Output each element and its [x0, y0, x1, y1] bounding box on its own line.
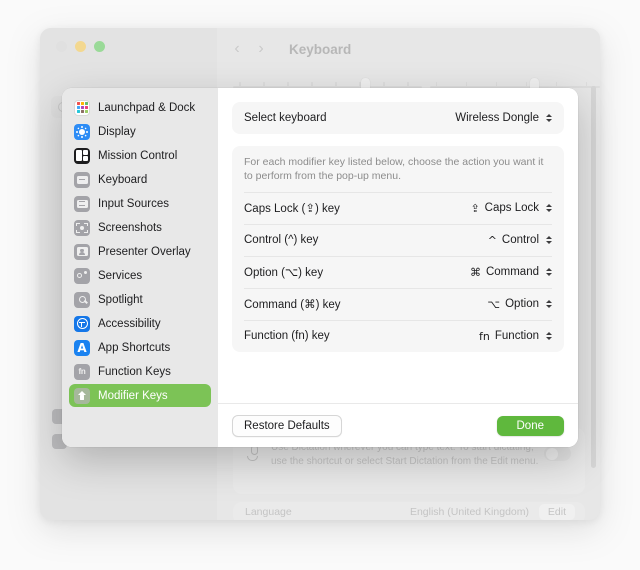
sidebar-item-launchpad-dock[interactable]: Launchpad & Dock: [69, 96, 211, 119]
sidebar-item-label: Input Sources: [98, 197, 169, 210]
modifier-row-label: Control (^) key: [244, 234, 319, 246]
sidebar-item-presenter-overlay[interactable]: Presenter Overlay: [69, 240, 211, 263]
sidebar-item-modifier-keys[interactable]: Modifier Keys: [69, 384, 211, 407]
modifier-row-label: Option (⌥) key: [244, 267, 324, 279]
select-keyboard-card: Select keyboard Wireless Dongle: [232, 102, 564, 134]
modifier-symbol: ⌘: [469, 265, 481, 279]
modifier-row-label: Caps Lock (⇪) key: [244, 203, 340, 215]
modifier-keys-icon: [74, 387, 90, 404]
modifier-row-label: Command (⌘) key: [244, 299, 341, 311]
app-shortcuts-icon: A: [74, 339, 90, 356]
sidebar-item-keyboard[interactable]: Keyboard: [69, 168, 211, 191]
modifier-row-value: Command: [485, 266, 539, 278]
sidebar-item-label: Modifier Keys: [98, 389, 168, 402]
restore-defaults-button[interactable]: Restore Defaults: [232, 414, 342, 437]
modifier-row-value: Option: [505, 298, 539, 310]
modifier-row-option[interactable]: Option (⌥) key ⌘ Command: [232, 256, 564, 288]
modifier-row-control[interactable]: Control (^) key ^ Control: [232, 224, 564, 256]
modifier-keys-sheet: Launchpad & Dock Display Mission Control…: [62, 88, 578, 447]
launchpad-icon: [74, 99, 90, 116]
input-sources-icon: [74, 195, 90, 212]
modifier-row-popup[interactable]: ⌥ Option: [487, 298, 552, 311]
modifier-row-caps-lock[interactable]: Caps Lock (⇪) key ⇪ Caps Lock: [232, 192, 564, 224]
modifier-row-popup[interactable]: ^ Control: [488, 234, 552, 247]
modifier-row-value: Caps Lock: [484, 202, 539, 214]
chevron-updown-icon: [546, 299, 552, 309]
modifier-row-popup[interactable]: ⇪ Caps Lock: [470, 202, 552, 215]
mission-control-icon: [74, 147, 90, 164]
display-icon: [74, 123, 90, 140]
services-icon: [74, 267, 90, 284]
modifier-row-command[interactable]: Command (⌘) key ⌥ Option: [232, 288, 564, 320]
modifier-row-value: Control: [501, 234, 539, 246]
sheet-footer: Restore Defaults Done: [218, 403, 578, 447]
keyboard-icon: [74, 171, 90, 188]
sidebar-item-label: Services: [98, 269, 143, 282]
sidebar-item-label: Launchpad & Dock: [98, 101, 196, 114]
sidebar-item-label: Presenter Overlay: [98, 245, 191, 258]
sidebar-item-label: Accessibility: [98, 317, 161, 330]
modifier-row-value: Function: [494, 330, 539, 342]
modifier-row-function[interactable]: Function (fn) key fn Function: [232, 320, 564, 352]
sidebar-item-services[interactable]: Services: [69, 264, 211, 287]
modifier-row-label: Function (fn) key: [244, 330, 330, 342]
select-keyboard-value: Wireless Dongle: [455, 112, 539, 124]
modifier-row-popup[interactable]: fn Function: [479, 330, 552, 343]
sidebar-item-label: Mission Control: [98, 149, 178, 162]
sheet-main: Select keyboard Wireless Dongle For each…: [218, 88, 578, 403]
sidebar-item-display[interactable]: Display: [69, 120, 211, 143]
spotlight-icon: [74, 291, 90, 308]
chevron-updown-icon: [546, 331, 552, 341]
modifier-symbol: ⇪: [470, 201, 480, 215]
sidebar-item-label: Display: [98, 125, 136, 138]
chevron-updown-icon: [546, 235, 552, 245]
select-keyboard-popup[interactable]: Wireless Dongle: [455, 112, 552, 124]
select-keyboard-label: Select keyboard: [244, 112, 327, 124]
modifier-symbol: ⌥: [487, 297, 501, 311]
sidebar-item-label: Keyboard: [98, 173, 148, 186]
sidebar-item-input-sources[interactable]: Input Sources: [69, 192, 211, 215]
screen: Search Trackpad Printers & Scanners ‹ ›: [0, 0, 640, 570]
sidebar-item-spotlight[interactable]: Spotlight: [69, 288, 211, 311]
screenshots-icon: [74, 219, 90, 236]
sheet-body: Select keyboard Wireless Dongle For each…: [218, 88, 578, 447]
modifier-keys-card: For each modifier key listed below, choo…: [232, 146, 564, 352]
sidebar-item-label: Function Keys: [98, 365, 171, 378]
sidebar-item-accessibility[interactable]: Accessibility: [69, 312, 211, 335]
modifier-keys-description: For each modifier key listed below, choo…: [244, 156, 544, 182]
sidebar-item-label: App Shortcuts: [98, 341, 171, 354]
chevron-updown-icon: [546, 267, 552, 277]
presenter-overlay-icon: [74, 243, 90, 260]
chevron-updown-icon: [546, 113, 552, 123]
sidebar-item-function-keys[interactable]: fn Function Keys: [69, 360, 211, 383]
sidebar-item-screenshots[interactable]: Screenshots: [69, 216, 211, 239]
sidebar-item-label: Screenshots: [98, 221, 162, 234]
function-keys-icon: fn: [74, 363, 90, 380]
sheet-sidebar: Launchpad & Dock Display Mission Control…: [62, 88, 218, 447]
chevron-updown-icon: [546, 203, 552, 213]
accessibility-icon: [74, 315, 90, 332]
modifier-symbol: ^: [487, 233, 497, 247]
modifier-row-popup[interactable]: ⌘ Command: [470, 266, 552, 279]
done-button[interactable]: Done: [496, 415, 564, 436]
sidebar-item-label: Spotlight: [98, 293, 143, 306]
sidebar-item-app-shortcuts[interactable]: A App Shortcuts: [69, 336, 211, 359]
select-keyboard-row[interactable]: Select keyboard Wireless Dongle: [232, 102, 564, 134]
modifier-symbol: fn: [479, 329, 490, 343]
sidebar-item-mission-control[interactable]: Mission Control: [69, 144, 211, 167]
